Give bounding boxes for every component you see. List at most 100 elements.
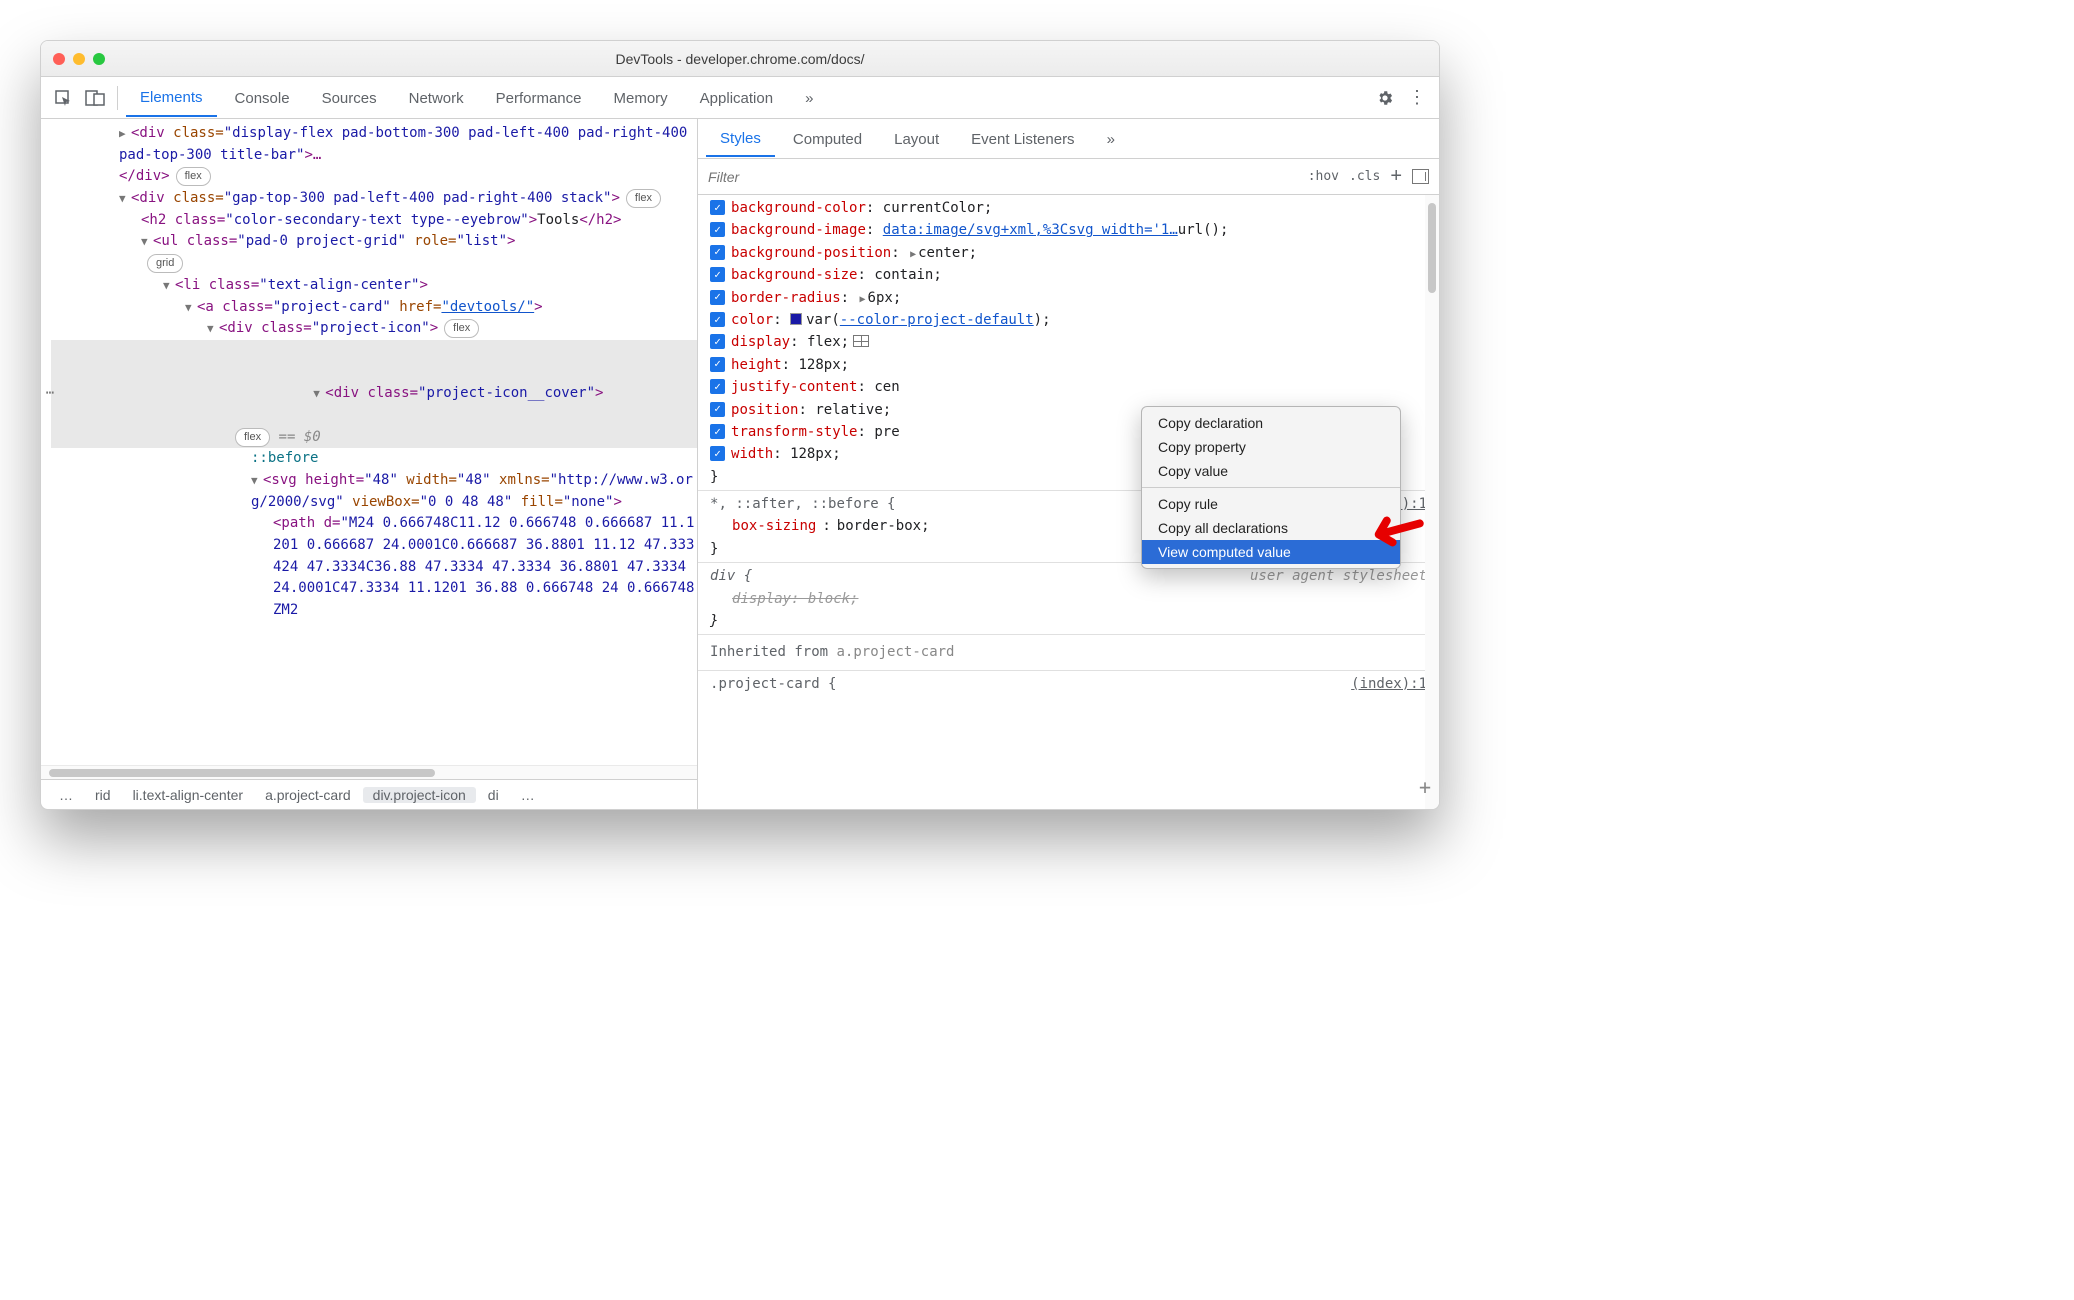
css-value[interactable]: flex; <box>807 334 849 350</box>
toggle-checkbox[interactable] <box>710 290 725 305</box>
css-declaration[interactable]: border-radius: ▶6px; <box>710 287 1419 309</box>
vertical-scrollbar[interactable] <box>1425 195 1439 809</box>
dom-node[interactable]: <path d="M24 0.666748C11.12 0.666748 0.6… <box>51 513 697 621</box>
css-property[interactable]: background-size <box>731 267 857 283</box>
css-property[interactable]: background-position <box>731 245 891 261</box>
cls-toggle[interactable]: .cls <box>1349 169 1380 184</box>
css-property[interactable]: position <box>731 402 798 418</box>
css-value-link[interactable]: --color-project-default <box>840 312 1034 328</box>
css-value[interactable]: 128px; <box>799 357 850 373</box>
dom-node[interactable]: <div class="display-flex pad-bottom-300 … <box>51 123 697 166</box>
dom-node[interactable]: <a class="project-card" href="devtools/"… <box>51 297 697 319</box>
menu-item-copy-declaration[interactable]: Copy declaration <box>1142 411 1400 435</box>
filter-input[interactable] <box>708 169 1298 185</box>
css-value[interactable]: 6px; <box>868 290 902 306</box>
add-declaration-icon[interactable]: + <box>1419 771 1431 803</box>
tab-console[interactable]: Console <box>221 80 304 116</box>
css-property[interactable]: background-color <box>731 200 866 216</box>
horizontal-scrollbar[interactable] <box>41 765 697 779</box>
tab-performance[interactable]: Performance <box>482 80 596 116</box>
menu-item-copy-value[interactable]: Copy value <box>1142 459 1400 483</box>
css-property[interactable]: transform-style <box>731 424 857 440</box>
dom-node[interactable]: <h2 class="color-secondary-text type--ey… <box>51 210 697 232</box>
toggle-checkbox[interactable] <box>710 312 725 327</box>
expand-triangle-icon[interactable]: ▶ <box>860 294 866 305</box>
menu-item-copy-rule[interactable]: Copy rule <box>1142 492 1400 516</box>
layout-pill[interactable]: flex <box>176 167 211 186</box>
ellipsis-icon[interactable]: ⋯ <box>41 383 59 405</box>
kebab-icon[interactable]: ⋮ <box>1403 84 1431 112</box>
css-declaration[interactable]: justify-content: cen <box>710 376 1419 398</box>
toggle-checkbox[interactable] <box>710 357 725 372</box>
menu-item-copy-property[interactable]: Copy property <box>1142 435 1400 459</box>
dom-node[interactable]: <div class="project-icon">flex <box>51 318 697 340</box>
sidebar-toggle-icon[interactable] <box>1412 169 1429 184</box>
rule-selector[interactable]: .project-card { <box>710 676 836 692</box>
dom-node[interactable]: <div class="gap-top-300 pad-left-400 pad… <box>51 188 697 210</box>
crumb[interactable]: di <box>478 787 509 803</box>
inspect-icon[interactable] <box>49 84 77 112</box>
new-style-rule-icon[interactable]: + <box>1390 165 1402 188</box>
toggle-checkbox[interactable] <box>710 446 725 461</box>
tab-application[interactable]: Application <box>686 80 787 116</box>
css-property[interactable]: width <box>731 446 773 462</box>
css-value[interactable]: contain; <box>874 267 941 283</box>
crumb-overflow[interactable]: … <box>49 787 83 803</box>
css-value[interactable]: url( <box>1178 222 1212 238</box>
layout-pill[interactable]: grid <box>147 254 183 273</box>
css-value-link[interactable]: data:image/svg+xml,%3Csvg width='1… <box>883 222 1178 238</box>
css-value[interactable]: center; <box>918 245 977 261</box>
tab-elements[interactable]: Elements <box>126 79 217 117</box>
toggle-checkbox[interactable] <box>710 424 725 439</box>
tab-sources[interactable]: Sources <box>308 80 391 116</box>
tab-memory[interactable]: Memory <box>600 80 682 116</box>
dom-tree[interactable]: <div class="display-flex pad-bottom-300 … <box>41 119 697 765</box>
css-declaration[interactable]: background-image: data:image/svg+xml,%3C… <box>710 219 1419 241</box>
css-property[interactable]: box-sizing <box>732 515 816 537</box>
css-declaration[interactable]: background-size: contain; <box>710 264 1419 286</box>
css-declaration[interactable]: display: flex; <box>710 331 1419 353</box>
dom-node[interactable]: grid <box>51 253 697 275</box>
subtab-event-listeners[interactable]: Event Listeners <box>957 122 1088 156</box>
dom-node-selected[interactable]: ⋯ <div class="project-icon__cover"> <box>51 340 697 427</box>
css-property[interactable]: border-radius <box>731 290 841 306</box>
crumb[interactable]: li.text-align-center <box>123 787 254 803</box>
crumb[interactable]: a.project-card <box>255 787 361 803</box>
toggle-checkbox[interactable] <box>710 267 725 282</box>
css-declaration[interactable]: color: var(--color-project-default); <box>710 309 1419 331</box>
dom-node[interactable]: <ul class="pad-0 project-grid" role="lis… <box>51 231 697 253</box>
crumb-overflow[interactable]: … <box>511 787 545 803</box>
css-declaration[interactable]: background-color: currentColor; <box>710 197 1419 219</box>
hov-toggle[interactable]: :hov <box>1308 169 1339 184</box>
color-swatch-icon[interactable] <box>790 313 802 325</box>
subtabs-overflow[interactable]: » <box>1093 122 1129 156</box>
subtab-styles[interactable]: Styles <box>706 121 775 157</box>
rule-origin[interactable]: (index):1 <box>1351 673 1427 695</box>
css-declaration[interactable]: background-position: ▶center; <box>710 242 1419 264</box>
layout-pill[interactable]: flex <box>235 428 270 447</box>
tabs-overflow[interactable]: » <box>791 80 827 116</box>
toggle-checkbox[interactable] <box>710 222 725 237</box>
subtab-layout[interactable]: Layout <box>880 122 953 156</box>
css-property[interactable]: height <box>731 357 782 373</box>
crumb-selected[interactable]: div.project-icon <box>363 787 476 803</box>
crumb[interactable]: rid <box>85 787 121 803</box>
layout-pill[interactable]: flex <box>444 319 479 338</box>
toggle-checkbox[interactable] <box>710 245 725 260</box>
flex-editor-icon[interactable] <box>853 335 869 347</box>
css-value[interactable]: pre <box>874 424 899 440</box>
dom-node[interactable]: <svg height="48" width="48" xmlns="http:… <box>51 470 697 513</box>
toggle-checkbox[interactable] <box>710 200 725 215</box>
css-property[interactable]: justify-content <box>731 379 857 395</box>
dom-node[interactable]: ::before <box>51 448 697 470</box>
css-value[interactable]: currentColor; <box>883 200 993 216</box>
toggle-checkbox[interactable] <box>710 402 725 417</box>
dom-node[interactable]: <li class="text-align-center"> <box>51 275 697 297</box>
device-toggle-icon[interactable] <box>81 84 109 112</box>
inherited-selector[interactable]: a.project-card <box>836 644 954 660</box>
css-declaration[interactable]: height: 128px; <box>710 354 1419 376</box>
css-value[interactable]: border-box; <box>837 515 930 537</box>
css-property[interactable]: color <box>731 312 773 328</box>
css-property[interactable]: background-image <box>731 222 866 238</box>
css-value[interactable]: cen <box>874 379 899 395</box>
